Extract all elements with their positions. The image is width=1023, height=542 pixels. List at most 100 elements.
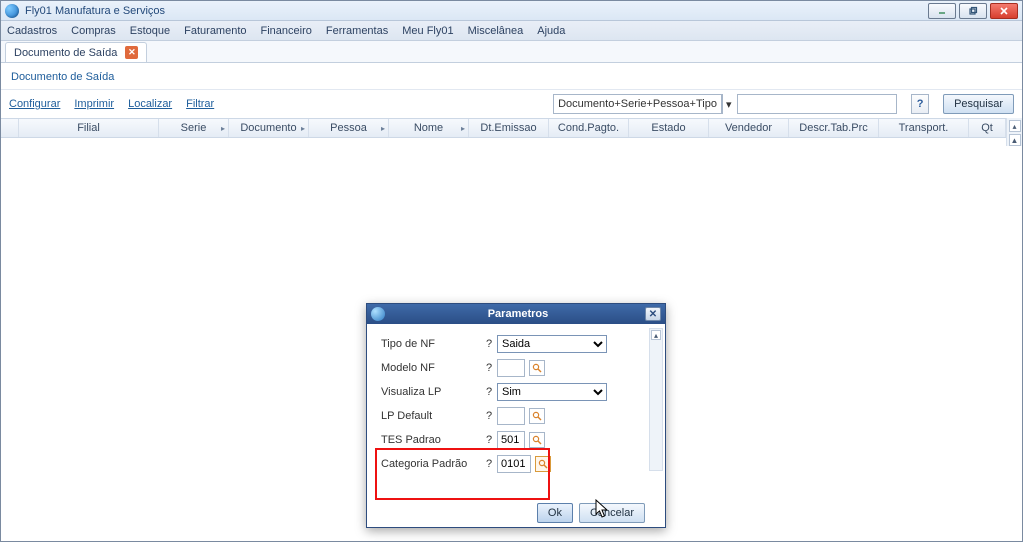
row-visualiza-lp: Visualiza LP ? Sim <box>381 380 659 404</box>
col-nome[interactable]: Nome▸ <box>389 119 469 137</box>
tab-documento-saida[interactable]: Documento de Saída ✕ <box>5 42 147 62</box>
search-icon <box>532 363 542 373</box>
app-icon <box>5 4 19 18</box>
input-lp-default[interactable] <box>497 407 525 425</box>
col-pessoa[interactable]: Pessoa▸ <box>309 119 389 137</box>
dialog-app-icon <box>371 307 385 321</box>
scroll-up-icon[interactable]: ▴ <box>651 330 661 340</box>
titlebar: Fly01 Manufatura e Serviços <box>1 1 1022 21</box>
search-icon <box>532 435 542 445</box>
col-dtemissao[interactable]: Dt.Emissao <box>469 119 549 137</box>
menu-cadastros[interactable]: Cadastros <box>7 25 57 37</box>
tab-close-icon[interactable]: ✕ <box>125 46 138 59</box>
input-visualiza-lp[interactable]: Sim <box>497 383 607 401</box>
label-lp-default: LP Default <box>381 410 481 422</box>
restore-button[interactable] <box>959 3 987 19</box>
input-modelo-nf[interactable] <box>497 359 525 377</box>
dialog-titlebar[interactable]: Parametros ✕ <box>367 304 665 324</box>
label-modelo-nf: Modelo NF <box>381 362 481 374</box>
col-estado[interactable]: Estado <box>629 119 709 137</box>
col-condpagto[interactable]: Cond.Pagto. <box>549 119 629 137</box>
label-tes-padrao: TES Padrao <box>381 434 481 446</box>
sort-caret-icon: ▸ <box>221 124 225 133</box>
menu-meu-fly01[interactable]: Meu Fly01 <box>402 25 453 37</box>
help-marker[interactable]: ? <box>481 338 497 350</box>
grid-marker-col[interactable] <box>1 119 19 137</box>
sort-combo[interactable]: Documento+Serie+Pessoa+Tipo ▾ <box>553 94 723 114</box>
help-marker[interactable]: ? <box>481 434 497 446</box>
search-help-button[interactable]: ? <box>911 94 929 114</box>
tab-label: Documento de Saída <box>14 47 117 59</box>
dialog-button-bar: Ok Cancelar <box>367 499 665 527</box>
menu-miscelanea[interactable]: Miscelânea <box>468 25 524 37</box>
input-tipo-nf[interactable]: Saida <box>497 335 607 353</box>
help-icon: ? <box>917 98 924 110</box>
cancelar-label: Cancelar <box>590 507 634 519</box>
parametros-dialog: Parametros ✕ Tipo de NF ? Saida Modelo N… <box>366 303 666 528</box>
lookup-categoria-padrao[interactable] <box>535 456 551 472</box>
link-configurar[interactable]: Configurar <box>9 98 60 110</box>
menu-ferramentas[interactable]: Ferramentas <box>326 25 388 37</box>
sort-caret-icon: ▸ <box>461 124 465 133</box>
window-controls <box>928 3 1018 19</box>
scroll-up-icon[interactable]: ▲ <box>1009 134 1021 146</box>
menu-financeiro[interactable]: Financeiro <box>261 25 312 37</box>
row-modelo-nf: Modelo NF ? <box>381 356 659 380</box>
pesquisar-label: Pesquisar <box>954 98 1003 110</box>
sort-caret-icon: ▸ <box>381 124 385 133</box>
dialog-body: Tipo de NF ? Saida Modelo NF ? Visualiza… <box>367 324 665 499</box>
link-imprimir[interactable]: Imprimir <box>74 98 114 110</box>
row-tes-padrao: TES Padrao ? <box>381 428 659 452</box>
sort-combo-value: Documento+Serie+Pessoa+Tipo <box>554 98 721 110</box>
toolbar: Configurar Imprimir Localizar Filtrar Do… <box>1 90 1022 118</box>
chevron-down-icon: ▾ <box>721 95 736 113</box>
search-icon <box>532 411 542 421</box>
row-tipo-nf: Tipo de NF ? Saida <box>381 332 659 356</box>
search-input[interactable] <box>737 94 897 114</box>
help-marker[interactable]: ? <box>481 386 497 398</box>
menu-ajuda[interactable]: Ajuda <box>537 25 565 37</box>
grid-scroll-gutter[interactable]: ▴ ▲ <box>1006 118 1022 146</box>
dialog-scrollbar[interactable]: ▴ <box>649 328 663 471</box>
row-lp-default: LP Default ? <box>381 404 659 428</box>
help-marker[interactable]: ? <box>481 458 497 470</box>
pesquisar-button[interactable]: Pesquisar <box>943 94 1014 114</box>
col-qt[interactable]: Qt <box>969 119 1006 137</box>
dialog-title: Parametros <box>391 308 645 320</box>
col-vendedor[interactable]: Vendedor <box>709 119 789 137</box>
link-localizar[interactable]: Localizar <box>128 98 172 110</box>
help-marker[interactable]: ? <box>481 410 497 422</box>
ok-button[interactable]: Ok <box>537 503 573 523</box>
lookup-lp-default[interactable] <box>529 408 545 424</box>
close-button[interactable] <box>990 3 1018 19</box>
menubar: Cadastros Compras Estoque Faturamento Fi… <box>1 21 1022 41</box>
panel-title: Documento de Saída <box>1 64 1022 90</box>
dialog-close-button[interactable]: ✕ <box>645 307 661 321</box>
col-transport[interactable]: Transport. <box>879 119 969 137</box>
search-icon <box>538 459 548 469</box>
row-categoria-padrao: Categoria Padrão ? <box>381 452 659 476</box>
col-documento[interactable]: Documento▸ <box>229 119 309 137</box>
menu-estoque[interactable]: Estoque <box>130 25 170 37</box>
app-window: Fly01 Manufatura e Serviços Cadastros Co… <box>0 0 1023 542</box>
cancelar-button[interactable]: Cancelar <box>579 503 645 523</box>
col-descrtabprc[interactable]: Descr.Tab.Prc <box>789 119 879 137</box>
label-categoria-padrao: Categoria Padrão <box>381 458 481 470</box>
lookup-tes-padrao[interactable] <box>529 432 545 448</box>
label-visualiza-lp: Visualiza LP <box>381 386 481 398</box>
col-filial[interactable]: Filial <box>19 119 159 137</box>
menu-faturamento[interactable]: Faturamento <box>184 25 246 37</box>
minimize-icon <box>937 6 947 16</box>
input-tes-padrao[interactable] <box>497 431 525 449</box>
help-marker[interactable]: ? <box>481 362 497 374</box>
ok-label: Ok <box>548 507 562 519</box>
input-categoria-padrao[interactable] <box>497 455 531 473</box>
scroll-top-icon[interactable]: ▴ <box>1009 120 1021 132</box>
col-serie[interactable]: Serie▸ <box>159 119 229 137</box>
menu-compras[interactable]: Compras <box>71 25 116 37</box>
app-title: Fly01 Manufatura e Serviços <box>25 5 928 17</box>
link-filtrar[interactable]: Filtrar <box>186 98 214 110</box>
minimize-button[interactable] <box>928 3 956 19</box>
sort-caret-icon: ▸ <box>301 124 305 133</box>
lookup-modelo-nf[interactable] <box>529 360 545 376</box>
